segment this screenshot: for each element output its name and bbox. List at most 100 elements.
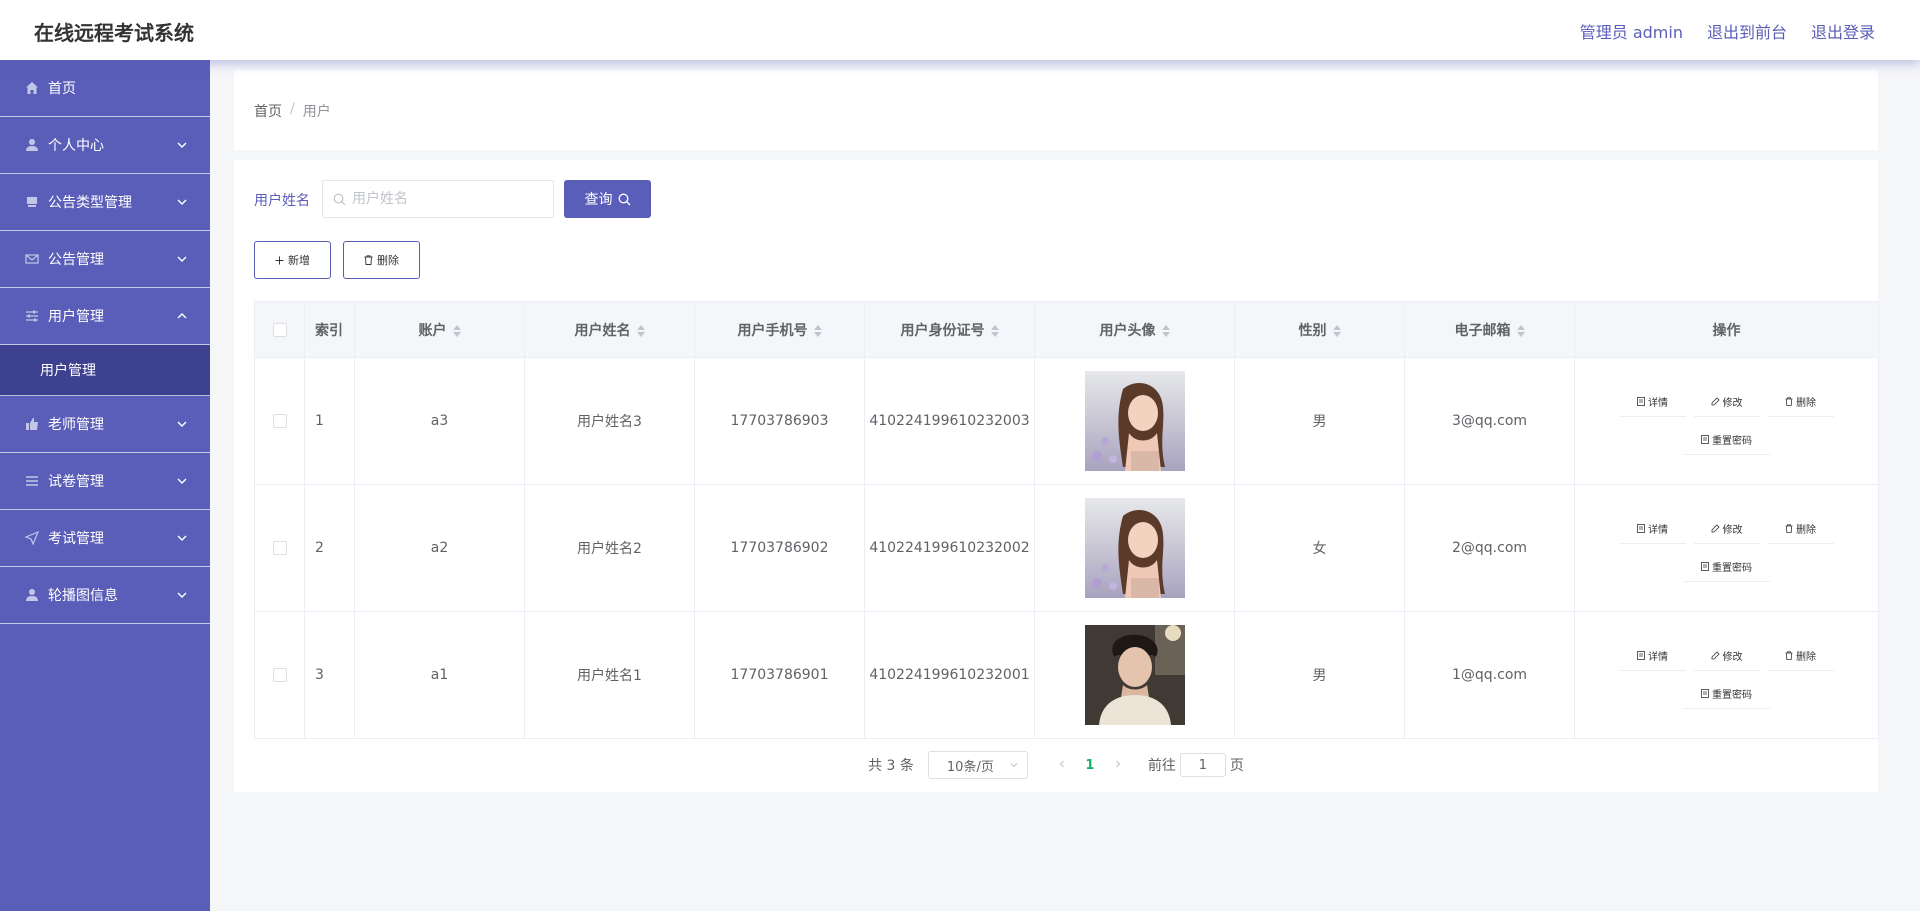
cell-idcard: 410224199610232002 (864, 484, 1035, 612)
avatar-image[interactable] (1084, 371, 1185, 471)
detail-button[interactable]: 详情 (1619, 641, 1686, 671)
add-button[interactable]: 新增 (254, 241, 331, 279)
cell-name: 用户姓名2 (524, 484, 695, 612)
sidebar-item-notice-type[interactable]: 公告类型管理 (0, 174, 210, 231)
sort-icon (990, 324, 999, 337)
operation-group: 详情 修改 删除 重置密码 (1575, 387, 1878, 455)
sidebar-item-paper[interactable]: 试卷管理 (0, 453, 210, 510)
detail-label: 详情 (1648, 652, 1668, 663)
column-header-name[interactable]: 用户姓名 (524, 301, 695, 358)
cell-gender: 男 (1234, 357, 1405, 485)
top-header: 在线远程考试系统 管理员 admin 退出到前台 退出登录 (0, 0, 1920, 60)
row-checkbox[interactable] (272, 541, 287, 555)
page-number-current[interactable]: 1 (1076, 758, 1104, 773)
operation-row: 详情 修改 删除 (1619, 514, 1834, 544)
chevron-down-icon (177, 142, 187, 148)
select-all-checkbox[interactable] (272, 322, 287, 337)
reset-password-button[interactable]: 重置密码 (1683, 425, 1770, 455)
cell-avatar (1034, 357, 1235, 485)
reset-password-button[interactable]: 重置密码 (1683, 552, 1770, 582)
page-size-value: 10条/页 (946, 759, 994, 775)
sidebar-item-label: 考试管理 (48, 531, 104, 547)
column-header-phone[interactable]: 用户手机号 (694, 301, 865, 358)
sidebar-item-notice[interactable]: 公告管理 (0, 231, 210, 288)
search-icon (333, 193, 346, 205)
cell-index: 2 (304, 484, 355, 612)
edit-button[interactable]: 修改 (1693, 387, 1760, 417)
cell-idcard: 410224199610232003 (864, 357, 1035, 485)
search-input-wrapper (322, 180, 554, 218)
cell-phone: 17703786901 (694, 611, 865, 739)
row-checkbox[interactable] (272, 414, 287, 428)
app-title: 在线远程考试系统 (34, 21, 194, 45)
edit-button[interactable]: 修改 (1693, 641, 1760, 671)
sidebar-item-exam[interactable]: 考试管理 (0, 510, 210, 567)
column-header-label: 用户姓名 (574, 322, 631, 339)
cell-email: 3@qq.com (1404, 357, 1575, 485)
document-icon (1701, 435, 1709, 444)
sidebar-item-label: 试卷管理 (48, 474, 104, 490)
sort-icon (636, 324, 645, 337)
next-page-button[interactable] (1104, 757, 1132, 773)
logout-link[interactable]: 退出登录 (1811, 19, 1875, 43)
submenu-item-user-management[interactable]: 用户管理 (0, 345, 210, 396)
row-checkbox[interactable] (272, 668, 287, 682)
sidebar-item-user-management[interactable]: 用户管理 (0, 288, 210, 345)
detail-label: 详情 (1648, 398, 1668, 409)
prev-page-button[interactable] (1048, 757, 1076, 773)
breadcrumb-home[interactable]: 首页 (254, 101, 282, 121)
detail-button[interactable]: 详情 (1619, 387, 1686, 417)
column-header-idcard[interactable]: 用户身份证号 (864, 301, 1035, 358)
sort-icon (813, 324, 822, 337)
user-icon (24, 137, 40, 153)
thumb-icon (24, 416, 40, 432)
query-button[interactable]: 查询 (564, 180, 651, 218)
cell-name: 用户姓名3 (524, 357, 695, 485)
cell-index: 1 (304, 357, 355, 485)
column-header-email[interactable]: 电子邮箱 (1404, 301, 1575, 358)
delete-button[interactable]: 删除 (1767, 641, 1834, 671)
edit-button[interactable]: 修改 (1693, 514, 1760, 544)
chevron-left-icon (1059, 760, 1064, 768)
trash-icon (1785, 651, 1793, 660)
sidebar-item-teacher[interactable]: 老师管理 (0, 396, 210, 453)
admin-link[interactable]: 管理员 admin (1580, 19, 1683, 43)
edit-icon (1711, 651, 1720, 660)
column-header-gender[interactable]: 性别 (1234, 301, 1405, 358)
column-header-avatar[interactable]: 用户头像 (1034, 301, 1235, 358)
cell-account: a2 (354, 484, 525, 612)
sidebar-item-label: 用户管理 (48, 309, 104, 325)
delete-button[interactable]: 删除 (1767, 387, 1834, 417)
sidebar-item-personal-center[interactable]: 个人中心 (0, 117, 210, 174)
batch-delete-button[interactable]: 删除 (343, 241, 420, 279)
edit-label: 修改 (1722, 525, 1743, 536)
exit-to-front-link[interactable]: 退出到前台 (1707, 19, 1787, 43)
chevron-down-icon (177, 199, 187, 205)
sidebar-item-label: 轮播图信息 (48, 588, 118, 604)
sidebar-item-carousel[interactable]: 轮播图信息 (0, 567, 210, 624)
search-input[interactable] (352, 191, 542, 207)
document-icon (1701, 689, 1709, 698)
avatar-image[interactable] (1084, 625, 1185, 725)
detail-button[interactable]: 详情 (1619, 514, 1686, 544)
cell-index: 3 (304, 611, 355, 739)
user-table: 索引 账户 用户姓名 用户手机号 用户身份证号 用户头像 性别 电子邮箱 操作 … (254, 301, 1879, 739)
cell-operations: 详情 修改 删除 重置密码 (1574, 484, 1879, 612)
avatar-image[interactable] (1084, 498, 1185, 598)
reset-password-button[interactable]: 重置密码 (1683, 679, 1770, 709)
cell-gender: 男 (1234, 611, 1405, 739)
cell-name: 用户姓名1 (524, 611, 695, 739)
cell-gender: 女 (1234, 484, 1405, 612)
plus-icon (275, 256, 284, 264)
sidebar-item-home[interactable]: 首页 (0, 60, 210, 117)
reset-password-label: 重置密码 (1712, 563, 1752, 574)
page-size-select[interactable]: 10条/页 (927, 751, 1028, 779)
goto-page-input[interactable] (1179, 753, 1226, 777)
cell-avatar (1034, 611, 1235, 739)
delete-label: 删除 (1796, 398, 1816, 409)
column-header-account[interactable]: 账户 (354, 301, 525, 358)
column-header: 索引 (304, 301, 355, 358)
table-row: 1 a3 用户姓名3 17703786903 41022419961023200… (254, 357, 1879, 485)
delete-button[interactable]: 删除 (1767, 514, 1834, 544)
home-icon (24, 80, 40, 96)
